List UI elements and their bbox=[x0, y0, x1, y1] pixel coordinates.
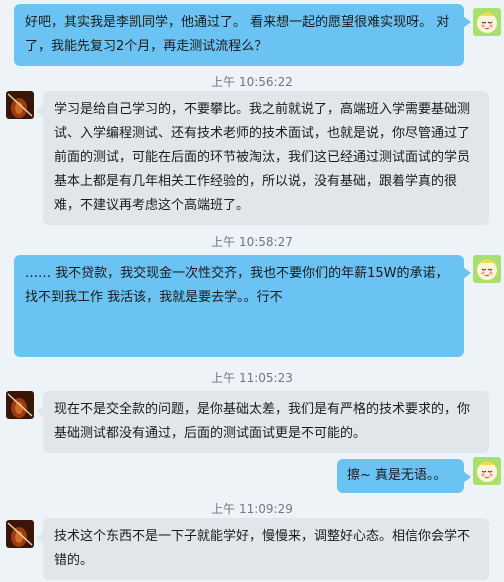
message-bubble-received[interactable]: 现在不是交全款的问题，是你基础太差，我们是有严格的技术要求的，你基础测试都没有通… bbox=[36, 391, 489, 453]
violin-avatar-icon[interactable] bbox=[6, 91, 34, 119]
timestamp: 上午 11:05:23 bbox=[211, 371, 293, 385]
timestamp: 上午 10:58:27 bbox=[211, 235, 293, 249]
timestamp: 上午 10:56:22 bbox=[211, 75, 293, 89]
message-bubble-sent[interactable]: 擦~ 真是无语。。 bbox=[337, 459, 471, 493]
my-avatar-icon[interactable] bbox=[473, 8, 501, 36]
violin-avatar-icon[interactable] bbox=[6, 391, 34, 419]
message-bubble-sent[interactable]: …… 我不贷款，我交现金一次性交齐，我也不要你们的年薪15W的承诺，找不到我工作… bbox=[14, 255, 471, 357]
message-bubble-received[interactable]: 技术这个东西不是一下子就能学好，慢慢来，调整好心态。相信你会学不错的。 bbox=[36, 518, 489, 580]
timestamp: 上午 11:09:29 bbox=[211, 502, 293, 516]
violin-avatar-icon[interactable] bbox=[6, 520, 34, 548]
message-bubble-sent[interactable]: 好吧，其实我是李凯同学，他通过了。 看来想一起的愿望很难实现呀。 对了，我能先复… bbox=[14, 4, 471, 66]
my-avatar-icon[interactable] bbox=[473, 255, 501, 283]
message-bubble-received[interactable]: 学习是给自己学习的，不要攀比。我之前就说了，高端班入学需要基础测试、入学编程测试… bbox=[36, 91, 489, 225]
my-avatar-icon[interactable] bbox=[473, 457, 501, 485]
